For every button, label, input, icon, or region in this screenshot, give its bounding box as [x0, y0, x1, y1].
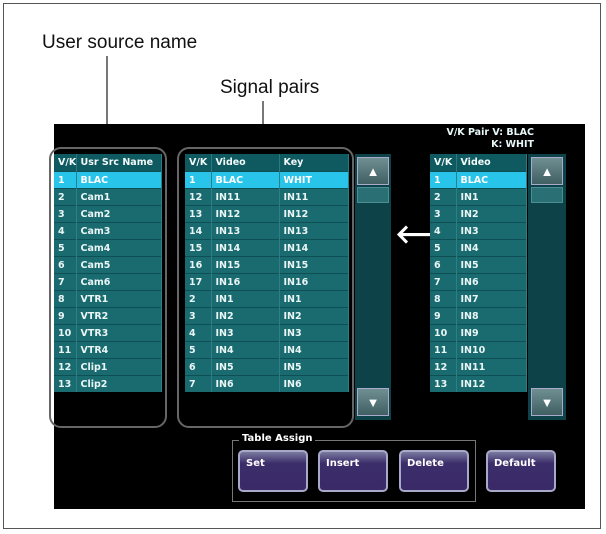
video-row[interactable]: 3 IN2: [430, 205, 527, 223]
video-row[interactable]: 2 IN1: [430, 188, 527, 206]
column-header-vk: V/K: [430, 154, 457, 172]
callout-signal-pairs: Signal pairs: [220, 77, 320, 98]
video-row[interactable]: 9 IN8: [430, 307, 527, 325]
table-cell: IN9: [456, 324, 527, 342]
table-cell: 13: [430, 375, 457, 392]
table-cell: IN3: [456, 222, 527, 240]
video-row[interactable]: 1 BLAC: [430, 171, 527, 189]
table-cell: 12: [430, 358, 457, 376]
video-row[interactable]: 5 IN4: [430, 239, 527, 257]
default-button[interactable]: Default: [486, 450, 556, 492]
table-cell: 10: [430, 324, 457, 342]
menu-screen: V/K Usr Src Name 1 BLAC 2 Cam1 3 Cam2 4 Cam3 5 Ca…: [49, 124, 585, 509]
callout-user-source-name: User source name: [42, 32, 198, 53]
down-triangle-icon[interactable]: ▼: [531, 388, 563, 416]
table-cell: 1: [430, 171, 457, 189]
table-cell: 8: [430, 290, 457, 308]
table-cell: IN2: [456, 205, 527, 223]
table-cell: IN10: [456, 341, 527, 359]
table-cell: 6: [430, 256, 457, 274]
video-scrollbar[interactable]: ▲ ▼: [528, 154, 566, 420]
table-cell: 11: [430, 341, 457, 359]
table-cell: 3: [430, 205, 457, 223]
table-cell: IN7: [456, 290, 527, 308]
video-row[interactable]: 11 IN10: [430, 341, 527, 359]
vk-pair-display: V/K Pair V: BLAC K: WHIT: [434, 127, 534, 151]
table-cell: IN1: [456, 188, 527, 206]
video-row[interactable]: 13 IN12: [430, 375, 527, 392]
video-row[interactable]: 12 IN11: [430, 358, 527, 376]
video-list[interactable]: V/K Video 1 BLAC 2 IN1 3 IN2 4 IN3 5 IN4 6 IN5 7 IN6 8…: [430, 154, 527, 392]
video-row[interactable]: 6 IN5: [430, 256, 527, 274]
up-triangle-icon[interactable]: ▲: [357, 157, 389, 185]
scroll-thumb[interactable]: [531, 187, 563, 203]
table-cell: IN8: [456, 307, 527, 325]
down-triangle-icon[interactable]: ▼: [357, 388, 389, 416]
table-cell: IN12: [456, 375, 527, 392]
table-cell: IN6: [456, 273, 527, 291]
video-row[interactable]: 8 IN7: [430, 290, 527, 308]
scroll-thumb[interactable]: [357, 187, 389, 203]
table-cell: BLAC: [456, 171, 527, 189]
table-cell: IN11: [456, 358, 527, 376]
user-source-name-highlight: [49, 147, 167, 428]
set-button[interactable]: Set: [238, 450, 308, 492]
video-row[interactable]: 7 IN6: [430, 273, 527, 291]
table-cell: 5: [430, 239, 457, 257]
vk-pair-line1: V/K Pair V: BLAC: [446, 127, 534, 138]
vk-pair-line2: K: WHIT: [491, 139, 534, 150]
table-cell: 7: [430, 273, 457, 291]
video-row[interactable]: 4 IN3: [430, 222, 527, 240]
up-triangle-icon[interactable]: ▲: [531, 157, 563, 185]
video-row[interactable]: 10 IN9: [430, 324, 527, 342]
pairs-scrollbar[interactable]: ▲ ▼: [355, 154, 391, 420]
table-cell: 2: [430, 188, 457, 206]
table-cell: IN5: [456, 256, 527, 274]
table-cell: 4: [430, 222, 457, 240]
table-cell: 9: [430, 307, 457, 325]
delete-button[interactable]: Delete: [399, 450, 469, 492]
column-header-video: Video: [456, 154, 527, 172]
table-cell: IN4: [456, 239, 527, 257]
insert-button[interactable]: Insert: [318, 450, 388, 492]
table-assign-title: Table Assign: [239, 433, 316, 444]
signal-pairs-highlight: [177, 147, 354, 428]
